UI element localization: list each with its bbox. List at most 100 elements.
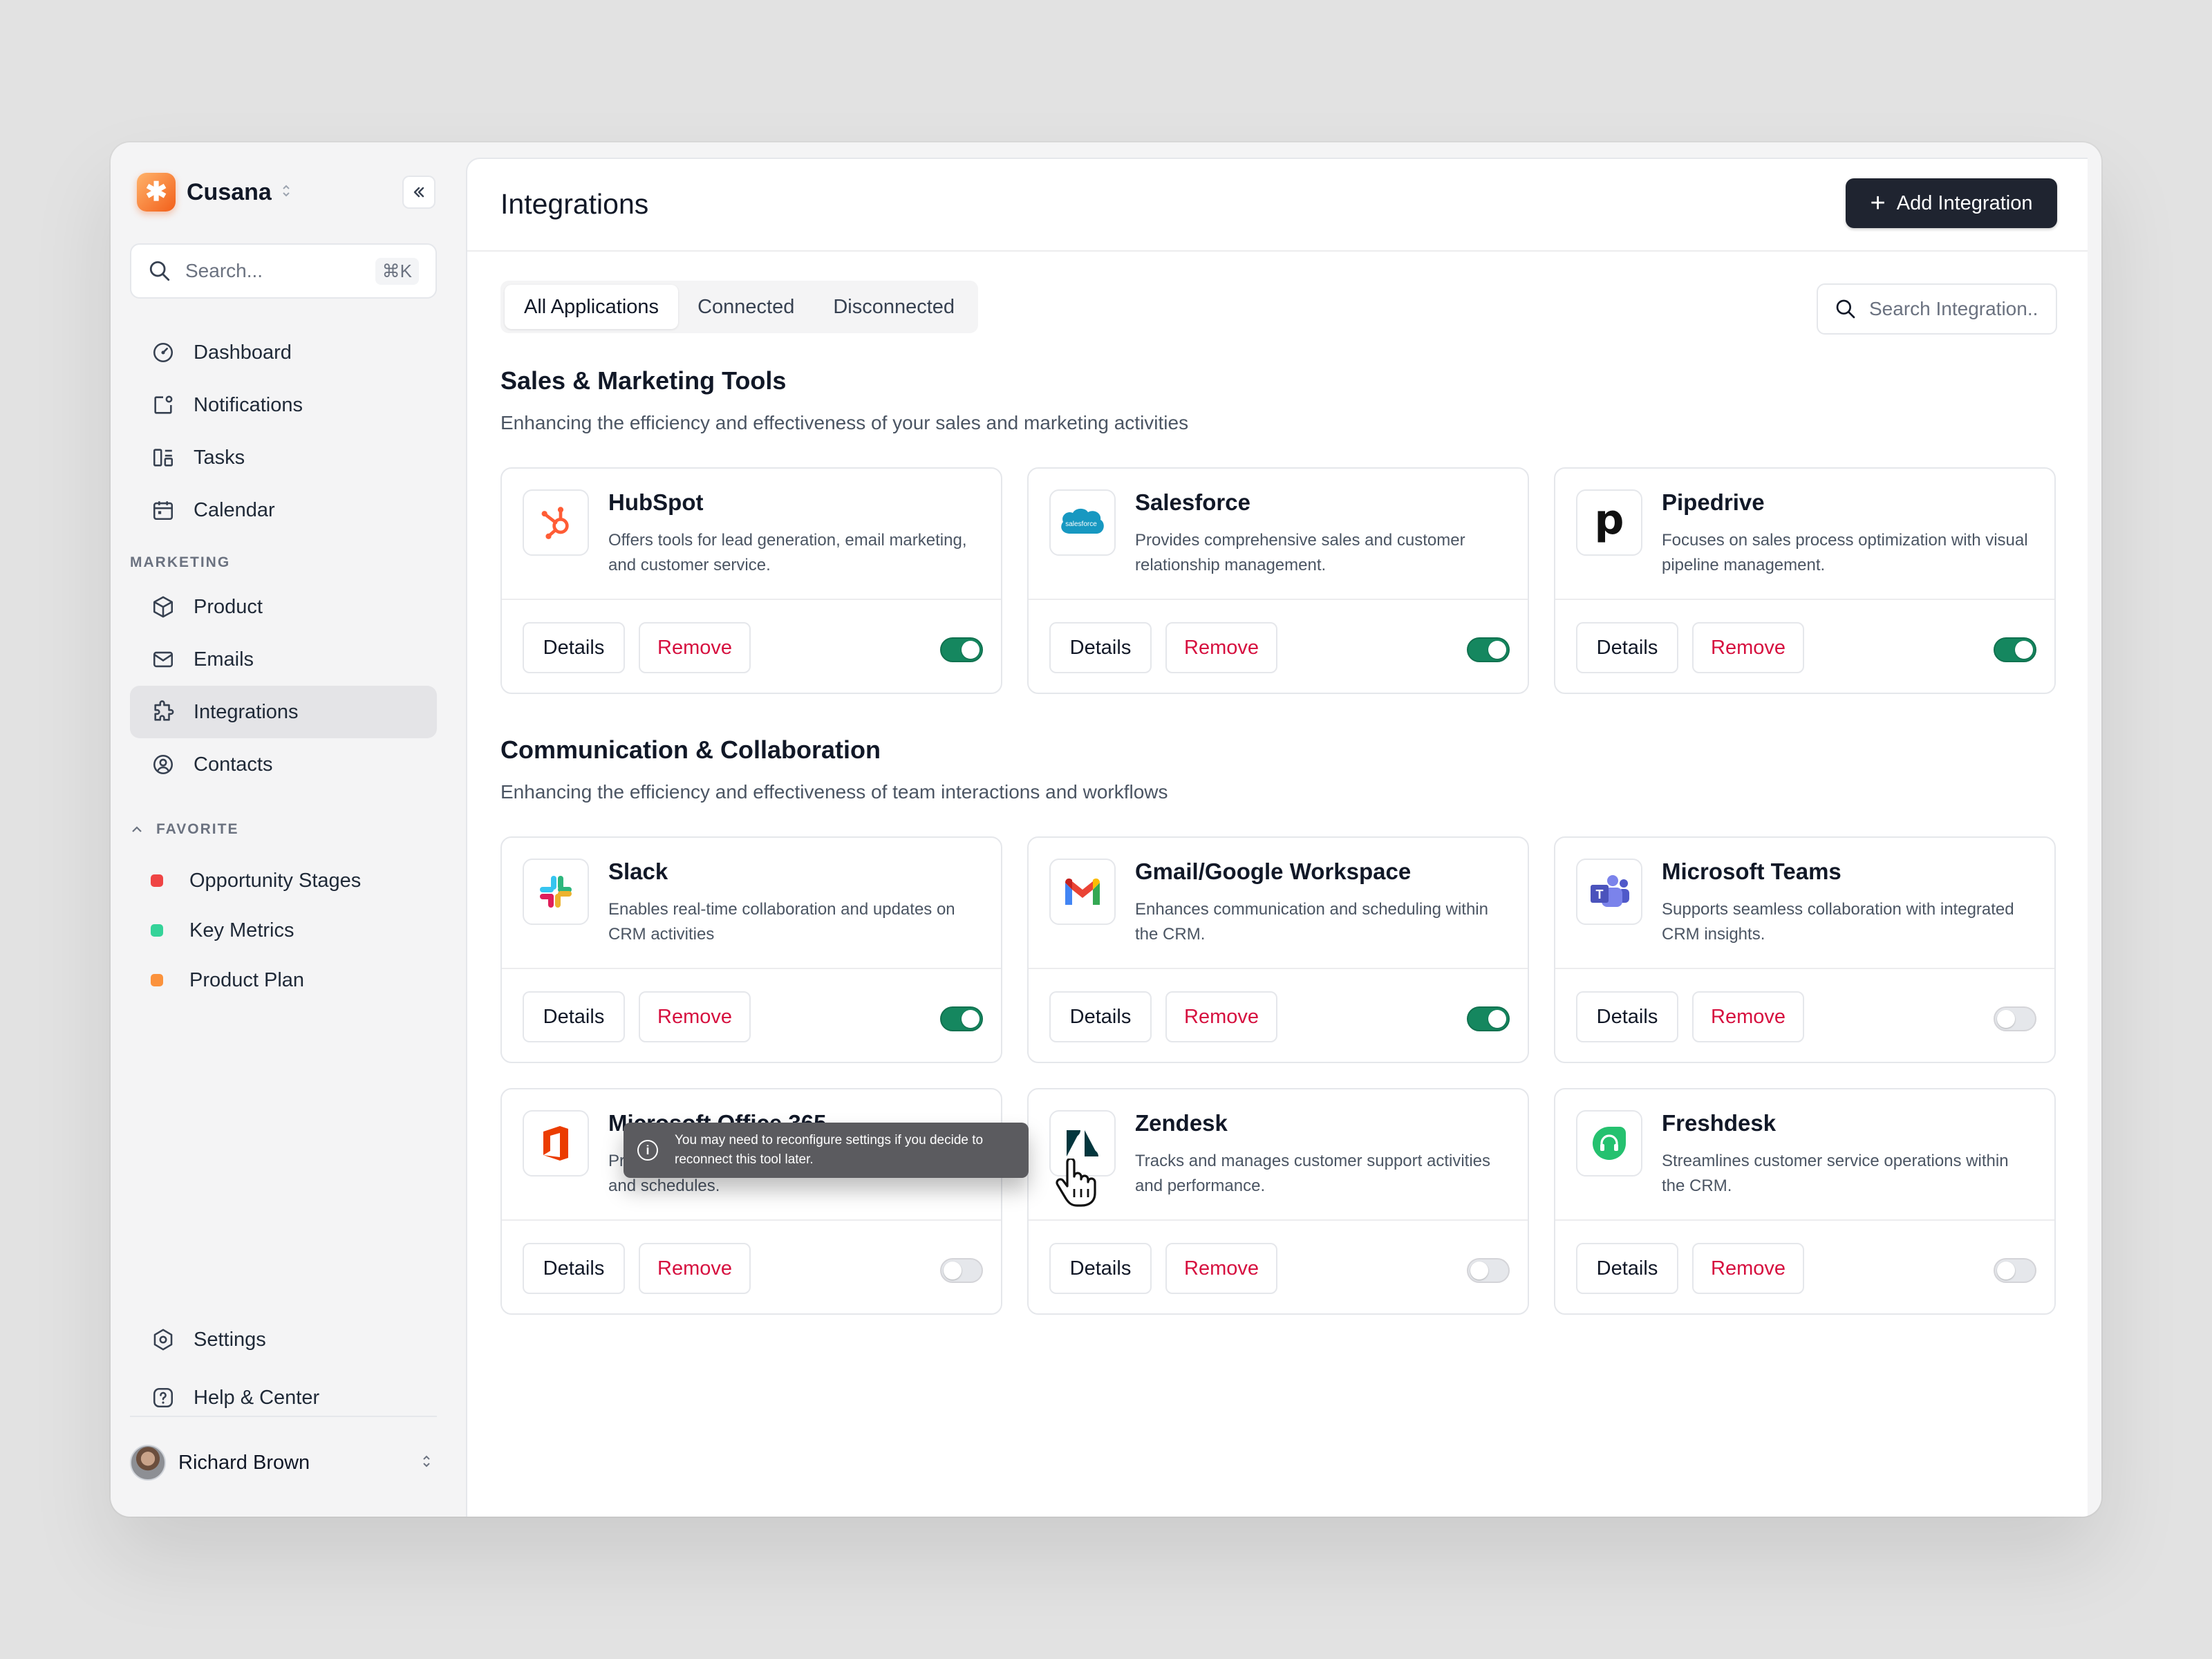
section-description: Enhancing the efficiency and effectivene… bbox=[500, 412, 1189, 433]
section-label-favorite: FAVORITE bbox=[156, 821, 239, 837]
remove-button[interactable]: Remove bbox=[1165, 1243, 1277, 1294]
tab-connected[interactable]: Connected bbox=[678, 285, 814, 329]
collapse-sidebar-button[interactable] bbox=[402, 176, 435, 209]
integration-toggle[interactable] bbox=[1467, 637, 1510, 662]
app-window: ✱ Cusana Search... ⌘K Dashboard Notifica… bbox=[111, 142, 2101, 1517]
add-integration-button[interactable]: + Add Integration bbox=[1846, 178, 2057, 228]
toggle-knob bbox=[1488, 641, 1506, 659]
disconnect-tooltip: i You may need to reconfigure settings i… bbox=[624, 1123, 1029, 1178]
remove-button[interactable]: Remove bbox=[639, 991, 751, 1042]
integration-card-freshdesk: Freshdesk Streamlines customer service o… bbox=[1554, 1088, 2056, 1315]
favorite-label: Key Metrics bbox=[189, 919, 294, 941]
hand-cursor-icon bbox=[1056, 1159, 1096, 1207]
chevron-up-icon bbox=[132, 826, 142, 832]
remove-button[interactable]: Remove bbox=[639, 1243, 751, 1294]
details-button[interactable]: Details bbox=[1576, 622, 1678, 673]
integration-search-input[interactable]: Search Integration.. bbox=[1817, 283, 2057, 335]
integration-toggle[interactable] bbox=[940, 637, 983, 662]
integration-card-microsoft-teams: T Microsoft Teams Supports seamless coll… bbox=[1554, 836, 2056, 1063]
integration-description: Provides comprehensive sales and custome… bbox=[1135, 531, 1465, 574]
integration-name: Zendesk bbox=[1135, 1110, 1228, 1136]
remove-button[interactable]: Remove bbox=[1692, 991, 1804, 1042]
integration-search-placeholder: Search Integration.. bbox=[1869, 298, 2038, 319]
tooltip-text: You may need to reconfigure settings if … bbox=[675, 1133, 984, 1167]
teams-logo-text: T bbox=[1596, 888, 1604, 901]
nav-item-calendar[interactable]: Calendar bbox=[130, 484, 437, 536]
integration-toggle[interactable] bbox=[940, 1006, 983, 1031]
integration-card-pipedrive: p Pipedrive Focuses on sales process opt… bbox=[1554, 467, 2056, 694]
main-panel: Integrations + Add Integration All Appli… bbox=[466, 158, 2088, 1517]
remove-button[interactable]: Remove bbox=[1165, 622, 1277, 673]
tab-disconnected[interactable]: Disconnected bbox=[814, 285, 974, 329]
notification-icon bbox=[149, 391, 177, 419]
nav-item-emails[interactable]: Emails bbox=[130, 633, 437, 686]
toggle-knob bbox=[1997, 1262, 2015, 1280]
add-integration-label: Add Integration bbox=[1896, 191, 2033, 214]
help-icon bbox=[149, 1384, 177, 1412]
nav-item-tasks[interactable]: Tasks bbox=[130, 431, 437, 484]
integration-toggle[interactable] bbox=[1994, 1258, 2036, 1283]
double-chevron-left-icon bbox=[413, 187, 424, 198]
tab-all-applications[interactable]: All Applications bbox=[505, 285, 679, 329]
details-button[interactable]: Details bbox=[523, 622, 625, 673]
nav-label: Tasks bbox=[194, 446, 245, 469]
integration-toggle[interactable] bbox=[1994, 1006, 2036, 1031]
office365-logo bbox=[523, 1110, 589, 1177]
sidebar-search[interactable]: Search... ⌘K bbox=[130, 243, 437, 299]
integration-card-salesforce: salesforce Salesforce Provides comprehen… bbox=[1027, 467, 1529, 694]
details-button[interactable]: Details bbox=[523, 991, 625, 1042]
details-button[interactable]: Details bbox=[1576, 991, 1678, 1042]
salesforce-logo: salesforce bbox=[1049, 489, 1116, 556]
integration-toggle[interactable] bbox=[1467, 1258, 1510, 1283]
search-icon bbox=[149, 261, 170, 281]
remove-button[interactable]: Remove bbox=[1692, 622, 1804, 673]
nav-label: Notifications bbox=[194, 393, 303, 416]
nav-item-integrations[interactable]: Integrations bbox=[130, 686, 437, 738]
integration-name: HubSpot bbox=[608, 489, 704, 515]
calendar-icon bbox=[149, 496, 177, 524]
page-header: Integrations + Add Integration bbox=[467, 159, 2088, 252]
sidebar: ✱ Cusana Search... ⌘K Dashboard Notifica… bbox=[111, 142, 466, 1517]
integration-name: Slack bbox=[608, 859, 668, 884]
remove-button[interactable]: Remove bbox=[1692, 1243, 1804, 1294]
mail-icon bbox=[149, 646, 177, 673]
details-button[interactable]: Details bbox=[523, 1243, 625, 1294]
details-button[interactable]: Details bbox=[1049, 622, 1152, 673]
integration-description: Tracks and manages customer support acti… bbox=[1135, 1152, 1490, 1195]
integration-description: Supports seamless collaboration with int… bbox=[1662, 900, 2014, 944]
details-button[interactable]: Details bbox=[1049, 991, 1152, 1042]
nav-item-contacts[interactable]: Contacts bbox=[130, 738, 437, 791]
favorite-item-product-plan[interactable]: Product Plan bbox=[130, 959, 437, 1001]
favorite-label: Opportunity Stages bbox=[189, 869, 362, 892]
integration-name: Pipedrive bbox=[1662, 489, 1765, 515]
remove-button[interactable]: Remove bbox=[1165, 991, 1277, 1042]
nav-item-dashboard[interactable]: Dashboard bbox=[130, 326, 437, 379]
nav-label: Integrations bbox=[194, 700, 299, 723]
toggle-knob bbox=[1470, 1262, 1488, 1280]
integration-toggle[interactable] bbox=[940, 1258, 983, 1283]
nav-label: Help & Center bbox=[194, 1386, 320, 1409]
integration-toggle[interactable] bbox=[1467, 1006, 1510, 1031]
integration-toggle[interactable] bbox=[1994, 637, 2036, 662]
remove-button[interactable]: Remove bbox=[639, 622, 751, 673]
nav-item-notifications[interactable]: Notifications bbox=[130, 379, 437, 431]
user-menu[interactable]: Richard Brown bbox=[130, 1443, 437, 1482]
chevron-updown-icon bbox=[422, 1454, 431, 1472]
section-description: Enhancing the efficiency and effectivene… bbox=[500, 781, 1168, 803]
integration-name: Microsoft Teams bbox=[1662, 859, 1841, 884]
integration-description: Offers tools for lead generation, email … bbox=[608, 531, 967, 574]
favorite-item-key-metrics[interactable]: Key Metrics bbox=[130, 910, 437, 951]
favorite-item-opportunity-stages[interactable]: Opportunity Stages bbox=[130, 860, 437, 901]
integration-description: Enables real-time collaboration and upda… bbox=[608, 900, 955, 944]
details-button[interactable]: Details bbox=[1576, 1243, 1678, 1294]
nav-item-product[interactable]: Product bbox=[130, 581, 437, 633]
workspace-switcher[interactable]: ✱ Cusana bbox=[137, 173, 291, 212]
toggle-knob bbox=[2015, 641, 2033, 659]
section-favorite-toggle[interactable]: FAVORITE bbox=[130, 821, 238, 838]
details-button[interactable]: Details bbox=[1049, 1243, 1152, 1294]
nav-item-settings[interactable]: Settings bbox=[130, 1313, 437, 1366]
integration-description: Focuses on sales process optimization wi… bbox=[1662, 531, 2028, 574]
brand-logo: ✱ bbox=[137, 173, 176, 212]
favorite-label: Product Plan bbox=[189, 968, 305, 991]
salesforce-logo-text: salesforce bbox=[1065, 521, 1097, 528]
